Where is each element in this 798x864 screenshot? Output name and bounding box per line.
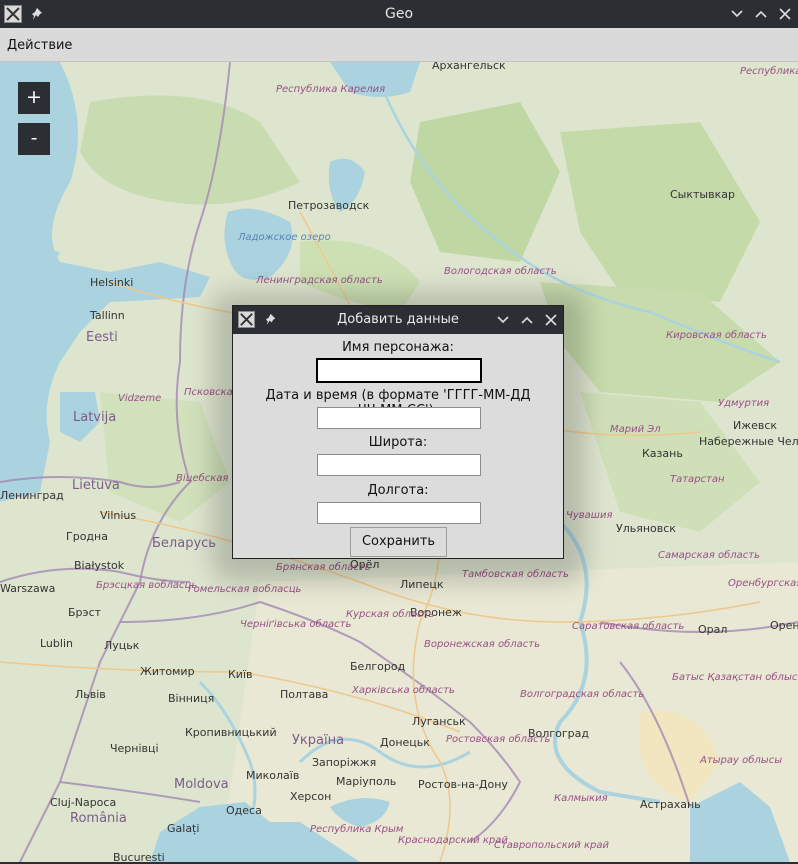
- longitude-label: Долгота:: [367, 483, 429, 498]
- city-label: Vilnius: [100, 509, 137, 522]
- country-label: România: [70, 811, 127, 826]
- menu-bar: Действие: [0, 28, 798, 62]
- region-label: Оренбургская область: [728, 578, 798, 589]
- city-label: București: [113, 851, 165, 862]
- city-label: Ижевск: [733, 419, 778, 432]
- country-label: Latvija: [73, 410, 117, 425]
- country-label: Eesti: [86, 330, 118, 345]
- city-label: Чернівці: [110, 742, 159, 755]
- city-label: Брэст: [68, 606, 102, 619]
- region-label: Ростовская область: [446, 734, 551, 745]
- minimize-icon[interactable]: [727, 4, 747, 24]
- city-label: Оренбург: [770, 619, 798, 632]
- add-data-dialog: Добавить данные Имя персонажа: Дата и вр…: [232, 305, 564, 559]
- minimize-icon[interactable]: [493, 310, 513, 330]
- country-label: Moldova: [174, 777, 229, 792]
- region-label: Республика Карелия: [276, 84, 386, 95]
- region-label: Харківська область: [352, 685, 455, 696]
- city-label: Cluj-Napoca: [50, 796, 117, 809]
- city-label: Вінниця: [168, 692, 215, 705]
- city-label: Ленинград: [0, 489, 64, 502]
- region-label: Гомельская вобласць: [188, 584, 302, 595]
- longitude-input[interactable]: [317, 502, 481, 524]
- region-label: Волгоградская область: [520, 689, 645, 700]
- city-label: Белгород: [350, 660, 406, 673]
- region-label: Vidzeme: [118, 393, 162, 404]
- city-label: Ростов-на-Дону: [418, 778, 508, 791]
- city-label: Маріуполь: [336, 775, 397, 788]
- window-title: Geo: [384, 6, 414, 22]
- country-label: Беларусь: [152, 536, 216, 551]
- city-label: Астрахань: [640, 798, 701, 811]
- country-label: Lietuva: [72, 478, 120, 493]
- latitude-input[interactable]: [317, 454, 481, 476]
- city-label: Galați: [167, 822, 200, 835]
- city-label: Миколаїв: [246, 769, 300, 782]
- zoom-in-button[interactable]: +: [18, 82, 50, 114]
- city-label: Одеса: [226, 804, 262, 817]
- city-label: Казань: [642, 447, 683, 460]
- close-icon[interactable]: [775, 4, 795, 24]
- city-label: Warszawa: [0, 582, 56, 595]
- datetime-input[interactable]: [317, 407, 481, 429]
- name-label: Имя персонажа:: [342, 340, 454, 355]
- city-label: Житомир: [140, 665, 195, 678]
- zoom-out-button[interactable]: -: [18, 123, 50, 155]
- city-label: Сыктывкар: [670, 188, 735, 201]
- city-label: Białystok: [74, 559, 125, 572]
- region-label: Татарстан: [670, 474, 725, 485]
- window-titlebar: Geo: [0, 0, 798, 28]
- maximize-icon[interactable]: [517, 310, 537, 330]
- close-icon[interactable]: [541, 310, 561, 330]
- city-label: Кропивницький: [185, 726, 277, 739]
- menu-action[interactable]: Действие: [7, 38, 72, 53]
- city-label: Гродна: [66, 530, 108, 543]
- city-label: Орал: [698, 623, 728, 636]
- city-label: Донецьк: [380, 736, 430, 749]
- region-label: Воронежская область: [424, 639, 541, 650]
- region-label: Калмыкия: [554, 793, 608, 804]
- region-label: Удмуртия: [718, 398, 770, 409]
- city-label: Полтава: [280, 688, 329, 701]
- country-label: Україна: [292, 733, 345, 748]
- region-label: Марий Эл: [610, 424, 661, 435]
- region-label: Республика Крым: [310, 824, 404, 835]
- dialog-title: Добавить данные: [337, 312, 459, 327]
- region-label: Республика Коми: [740, 66, 798, 77]
- city-label: Київ: [228, 668, 253, 681]
- water-label: Ладожское озеро: [238, 232, 331, 243]
- city-label: Ульяновск: [616, 522, 676, 535]
- region-label: Брэсцкая вобласць: [96, 580, 198, 591]
- region-label: Самарская область: [658, 550, 761, 561]
- region-label: Курская область: [346, 609, 435, 620]
- city-label: Tallinn: [90, 309, 125, 322]
- city-label: Запоріжжя: [312, 756, 377, 769]
- city-label: Набережные Челны: [699, 435, 798, 448]
- region-label: Саратовская область: [572, 621, 685, 632]
- region-label: Вологодская область: [444, 266, 557, 277]
- city-label: Херсон: [290, 790, 332, 803]
- city-label: Lublin: [40, 637, 73, 650]
- city-label: Луцьк: [104, 639, 140, 652]
- region-label: Батыс Қазақстан облысы: [672, 672, 798, 683]
- city-label: Луганськ: [412, 715, 466, 728]
- save-button[interactable]: Сохранить: [350, 527, 447, 557]
- maximize-icon[interactable]: [751, 4, 771, 24]
- city-label: Архангельск: [432, 62, 506, 72]
- region-label: Черніґівська область: [240, 619, 352, 630]
- region-label: Ставропольский край: [494, 840, 609, 851]
- city-label: Львів: [75, 688, 106, 701]
- region-label: Кировская область: [666, 330, 767, 341]
- dialog-titlebar: Добавить данные: [233, 306, 563, 334]
- city-label: Петрозаводск: [288, 199, 370, 212]
- latitude-label: Широта:: [368, 435, 428, 450]
- region-label: Атырау облысы: [700, 755, 783, 766]
- city-label: Helsinki: [90, 276, 134, 289]
- region-label: Ленинградская область: [256, 275, 383, 286]
- region-label: Краснодарский край: [398, 835, 508, 846]
- name-input[interactable]: [316, 358, 482, 383]
